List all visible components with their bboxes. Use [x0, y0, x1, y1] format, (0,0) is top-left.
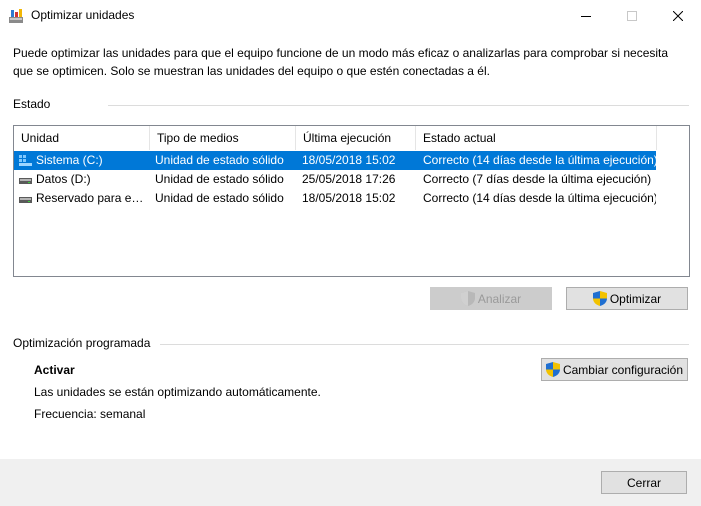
schedule-state: Activar: [34, 363, 75, 377]
schedule-message: Las unidades se están optimizando automá…: [34, 385, 321, 399]
drive-row-data-d[interactable]: Datos (D:) Unidad de estado sólido 25/05…: [14, 170, 656, 189]
drive-status: Correcto (14 días desde la última ejecuc…: [423, 153, 656, 167]
status-group-title: Estado: [13, 97, 51, 111]
drive-icon: [19, 197, 32, 203]
schedule-frequency: Frecuencia: semanal: [34, 407, 146, 421]
drive-status: Correcto (7 días desde la última ejecuci…: [423, 172, 652, 186]
drive-last-run: 25/05/2018 17:26: [302, 172, 396, 186]
title-bar: Optimizar unidades: [0, 0, 701, 32]
change-settings-button-label: Cambiar configuración: [562, 362, 684, 377]
drives-list[interactable]: Unidad Tipo de medios Última ejecución E…: [13, 125, 690, 277]
column-header-current-status[interactable]: Estado actual: [416, 126, 657, 150]
change-settings-button[interactable]: Cambiar configuración: [541, 358, 688, 381]
status-group-divider: [108, 105, 689, 106]
analyze-button[interactable]: Analizar: [430, 287, 552, 310]
minimize-button[interactable]: [563, 0, 609, 32]
drive-last-run: 18/05/2018 15:02: [302, 191, 396, 205]
column-header-unit[interactable]: Unidad: [14, 126, 150, 150]
defrag-app-icon: [9, 9, 23, 23]
uac-shield-icon: [592, 291, 607, 306]
close-window-button[interactable]: [655, 0, 701, 32]
optimize-button-label: Optimizar: [609, 291, 662, 306]
drive-name: Datos (D:): [36, 172, 91, 186]
uac-shield-icon: [545, 362, 560, 377]
drive-row-system-c[interactable]: Sistema (C:) Unidad de estado sólido 18/…: [14, 151, 656, 170]
drive-last-run: 18/05/2018 15:02: [302, 153, 396, 167]
optimize-drives-window: Optimizar unidades Puede optimizar las u…: [0, 0, 701, 506]
scheduled-group-title: Optimización programada: [13, 336, 151, 350]
drive-status: Correcto (14 días desde la última ejecuc…: [423, 191, 656, 205]
drive-media-type: Unidad de estado sólido: [155, 172, 284, 186]
drives-list-header: Unidad Tipo de medios Última ejecución E…: [14, 126, 689, 150]
close-icon: [673, 11, 683, 21]
close-button-label: Cerrar: [626, 475, 661, 490]
drive-icon: [19, 178, 32, 184]
analyze-button-label: Analizar: [477, 291, 522, 306]
description-text: Puede optimizar las unidades para que el…: [13, 46, 669, 78]
optimize-button[interactable]: Optimizar: [566, 287, 688, 310]
column-header-last-run[interactable]: Última ejecución: [296, 126, 416, 150]
system-drive-icon: [19, 155, 32, 166]
close-button[interactable]: Cerrar: [601, 471, 687, 494]
window-title: Optimizar unidades: [31, 8, 135, 22]
maximize-icon: [627, 11, 637, 21]
drive-row-system-reserved[interactable]: Reservado para el sistema Unidad de esta…: [14, 189, 656, 208]
maximize-button[interactable]: [609, 0, 655, 32]
drive-name: Reservado para el sistema: [36, 191, 146, 205]
scheduled-group-divider: [160, 344, 689, 345]
column-header-media-type[interactable]: Tipo de medios: [150, 126, 296, 150]
uac-shield-icon: [460, 291, 475, 306]
drive-media-type: Unidad de estado sólido: [155, 153, 284, 167]
minimize-icon: [581, 16, 591, 17]
drive-name: Sistema (C:): [36, 153, 103, 167]
drive-media-type: Unidad de estado sólido: [155, 191, 284, 205]
dialog-footer: Cerrar: [0, 459, 701, 506]
